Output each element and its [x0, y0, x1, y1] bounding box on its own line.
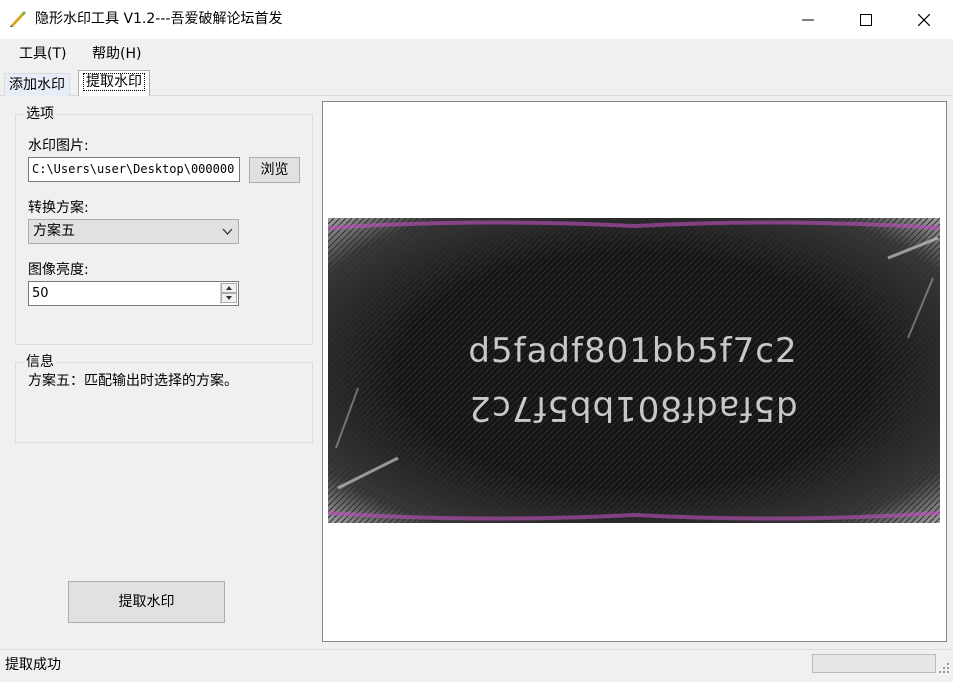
window-title: 隐形水印工具 V1.2---吾爱破解论坛首发 — [35, 11, 283, 27]
watermark-image-path-input[interactable]: C:\Users\user\Desktop\000000 — [28, 157, 240, 182]
brightness-value: 50 — [32, 286, 49, 301]
close-button[interactable] — [895, 0, 953, 39]
watermark-image-label: 水印图片: — [28, 138, 89, 154]
tab-add-watermark[interactable]: 添加水印 — [4, 73, 70, 96]
spin-down-button[interactable] — [221, 293, 237, 303]
app-window: 隐形水印工具 V1.2---吾爱破解论坛首发 工具(T) 帮助(H) 添加水印 … — [0, 0, 953, 682]
resize-grip-icon[interactable] — [938, 662, 950, 674]
tab-extract-label: 提取水印 — [83, 73, 145, 91]
chevron-down-icon — [222, 228, 233, 235]
brightness-stepper[interactable]: 50 — [28, 281, 239, 306]
menu-bar: 工具(T) 帮助(H) — [0, 39, 953, 70]
brightness-label: 图像亮度: — [28, 262, 89, 278]
watermark-text-line: d5fadf801bb5f7c2 — [468, 331, 797, 371]
close-icon — [918, 13, 930, 26]
menu-help[interactable]: 帮助(H) — [92, 46, 141, 63]
status-progress-bar — [812, 654, 936, 673]
extracted-watermark-image: d5fadf801bb5f7c2 d5fadf801bb5f7c2 — [328, 218, 940, 523]
title-bar[interactable]: 隐形水印工具 V1.2---吾爱破解论坛首发 — [0, 0, 953, 39]
menu-tools[interactable]: 工具(T) — [19, 46, 66, 63]
scheme-select-value: 方案五 — [33, 223, 75, 239]
minimize-icon — [802, 19, 814, 20]
spin-up-button[interactable] — [221, 283, 237, 293]
watermark-preview-panel: d5fadf801bb5f7c2 d5fadf801bb5f7c2 — [322, 101, 947, 642]
caret-up-icon — [226, 286, 232, 290]
info-text: 方案五：匹配输出时选择的方案。 — [28, 373, 238, 389]
browse-button[interactable]: 浏览 — [249, 157, 300, 183]
scheme-label: 转换方案: — [28, 200, 89, 216]
status-bar: 提取成功 — [0, 649, 953, 682]
caret-down-icon — [226, 296, 232, 300]
minimize-button[interactable] — [779, 0, 837, 39]
info-legend: 信息 — [24, 354, 56, 370]
brightness-spin-buttons — [220, 283, 237, 304]
maximize-icon — [860, 13, 872, 26]
options-legend: 选项 — [24, 106, 56, 122]
tab-add-label: 添加水印 — [9, 77, 65, 93]
watermark-text-mirrored: d5fadf801bb5f7c2 — [468, 388, 797, 428]
scheme-select[interactable]: 方案五 — [28, 219, 239, 244]
tab-extract-watermark[interactable]: 提取水印 — [78, 70, 150, 96]
app-icon — [10, 11, 26, 27]
maximize-button[interactable] — [837, 0, 895, 39]
extract-watermark-button[interactable]: 提取水印 — [68, 581, 225, 623]
status-text: 提取成功 — [5, 657, 61, 673]
